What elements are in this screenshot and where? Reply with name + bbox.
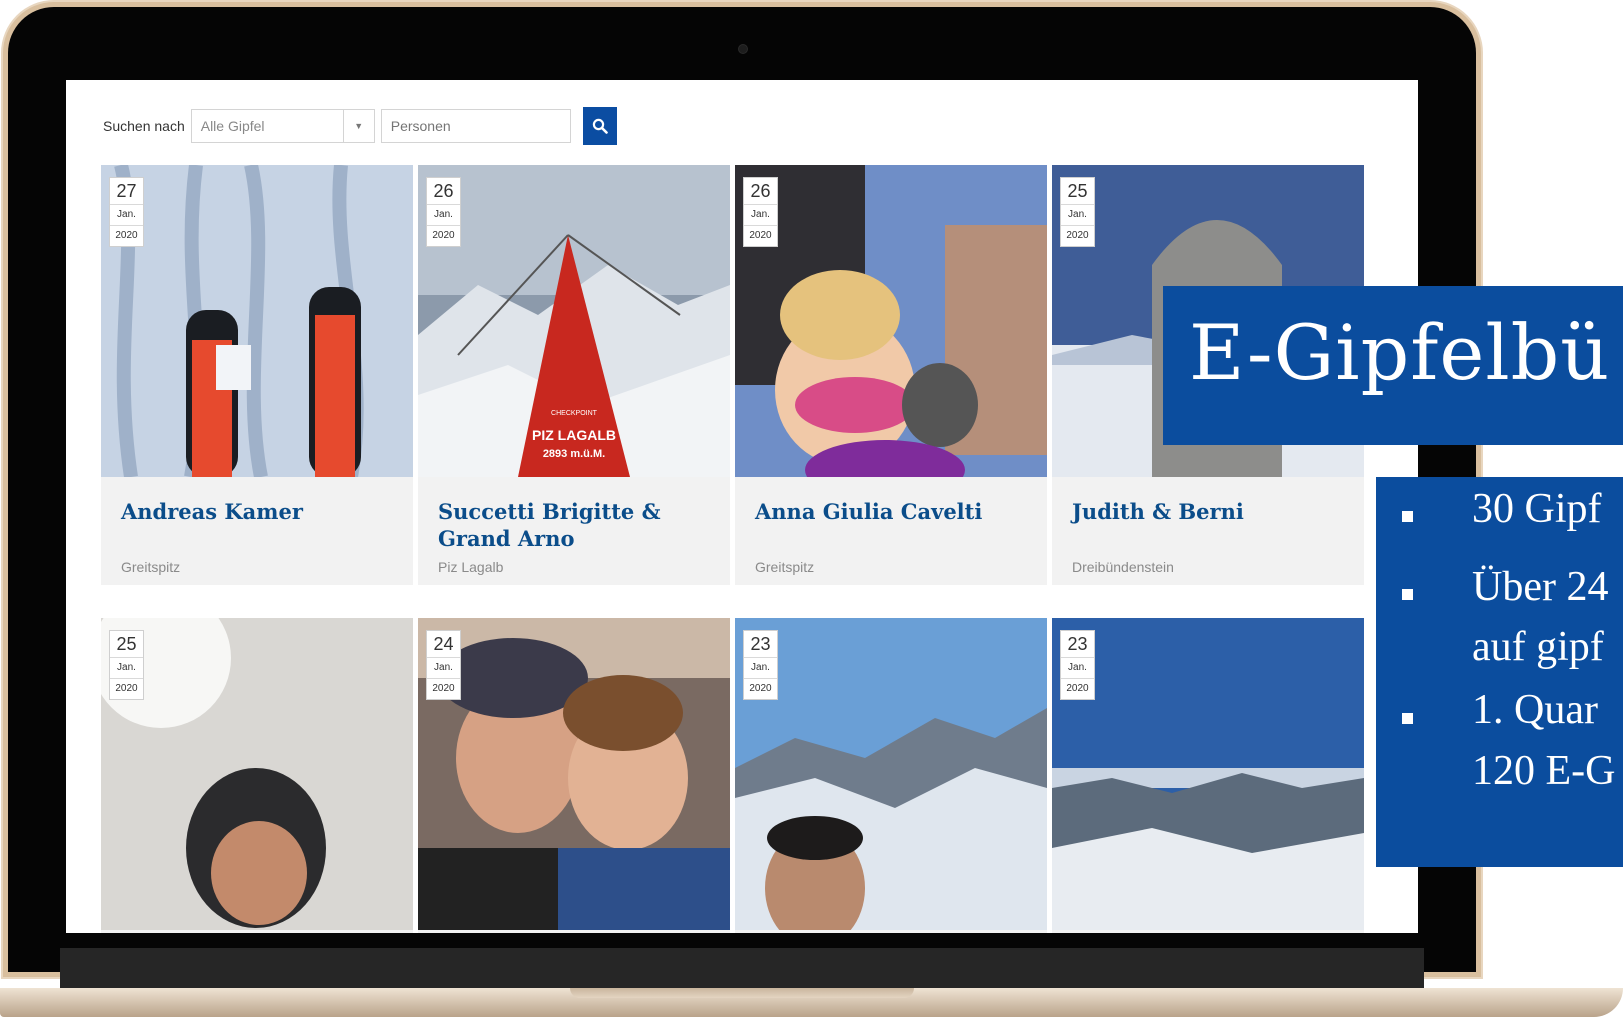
info-line: 1. Quar bbox=[1472, 687, 1598, 733]
entry-photo[interactable]: 23 Jan. 2020 bbox=[735, 618, 1047, 930]
camera-icon bbox=[738, 44, 748, 54]
info-box: 30 Gipf Über 24 auf gipf 1. Quar 120 E-G bbox=[1376, 477, 1623, 867]
info-line: auf gipf bbox=[1472, 624, 1604, 670]
entry-photo[interactable]: 26 Jan. 2020 bbox=[735, 165, 1047, 477]
person-search-input[interactable] bbox=[380, 109, 571, 143]
entry-name[interactable]: Andreas Kamer bbox=[121, 498, 401, 525]
slide-title: E-Gipfelbü bbox=[1189, 308, 1611, 397]
svg-text:PIZ LAGALB: PIZ LAGALB bbox=[532, 427, 616, 443]
entry-photo[interactable]: 27 Jan. 2020 bbox=[101, 165, 413, 477]
svg-text:CHECKPOINT: CHECKPOINT bbox=[551, 410, 598, 417]
entry-card[interactable]: 25 Jan. 2020 bbox=[101, 618, 413, 933]
entry-summit: Greitspitz bbox=[121, 559, 181, 575]
date-badge: 24 Jan. 2020 bbox=[426, 630, 461, 700]
date-badge: 26 Jan. 2020 bbox=[743, 177, 778, 247]
laptop-chin bbox=[60, 948, 1424, 988]
entry-photo[interactable]: PIZ LAGALB 2893 m.ü.M. CHECKPOINT 26 Jan… bbox=[418, 165, 730, 477]
entry-card[interactable]: 23 Jan. 2020 bbox=[1052, 618, 1364, 933]
entry-name[interactable]: Judith & Berni bbox=[1072, 498, 1352, 525]
date-badge: 25 Jan. 2020 bbox=[1060, 177, 1095, 247]
title-box: E-Gipfelbü bbox=[1163, 286, 1623, 445]
date-badge: 25 Jan. 2020 bbox=[109, 630, 144, 700]
bullet-icon bbox=[1402, 511, 1413, 522]
entry-photo[interactable]: 23 Jan. 2020 bbox=[1052, 618, 1364, 930]
entry-card[interactable]: 24 Jan. 2020 bbox=[418, 618, 730, 933]
entry-card[interactable]: 26 Jan. 2020 Anna Giulia Cavelti Greitsp… bbox=[735, 165, 1047, 585]
info-line: Über 24 bbox=[1472, 564, 1609, 610]
summit-select[interactable]: Alle Gipfel ▼ bbox=[190, 109, 375, 143]
entry-summit: Dreibündenstein bbox=[1072, 559, 1174, 575]
search-button[interactable] bbox=[582, 107, 617, 145]
summit-select-value: Alle Gipfel bbox=[200, 118, 265, 134]
bullet-icon bbox=[1402, 589, 1413, 600]
search-icon bbox=[592, 118, 608, 134]
entry-name[interactable]: Anna Giulia Cavelti bbox=[755, 498, 1035, 525]
entry-card[interactable]: PIZ LAGALB 2893 m.ü.M. CHECKPOINT 26 Jan… bbox=[418, 165, 730, 585]
svg-text:2893 m.ü.M.: 2893 m.ü.M. bbox=[543, 448, 605, 460]
entry-photo[interactable]: 25 Jan. 2020 bbox=[101, 618, 413, 930]
info-line: 120 E-G bbox=[1472, 748, 1616, 794]
entry-card[interactable]: 23 Jan. 2020 bbox=[735, 618, 1047, 933]
laptop-hinge bbox=[570, 988, 914, 998]
entry-summit: Greitspitz bbox=[755, 559, 815, 575]
date-badge: 26 Jan. 2020 bbox=[426, 177, 461, 247]
info-line: 30 Gipf bbox=[1472, 486, 1602, 532]
chevron-down-icon[interactable]: ▼ bbox=[342, 110, 374, 142]
search-bar: Suchen nach Alle Gipfel ▼ bbox=[103, 107, 617, 145]
website-screen: Suchen nach Alle Gipfel ▼ Personen 27 Ja… bbox=[66, 80, 1418, 933]
entry-photo[interactable]: 24 Jan. 2020 bbox=[418, 618, 730, 930]
entry-name[interactable]: Succetti Brigitte & Grand Arno bbox=[438, 498, 718, 552]
bullet-icon bbox=[1402, 713, 1413, 724]
search-label: Suchen nach bbox=[103, 118, 185, 134]
date-badge: 27 Jan. 2020 bbox=[109, 177, 144, 247]
entry-card[interactable]: 27 Jan. 2020 Andreas Kamer Greitspitz bbox=[101, 165, 413, 585]
date-badge: 23 Jan. 2020 bbox=[1060, 630, 1095, 700]
entry-summit: Piz Lagalb bbox=[438, 559, 504, 575]
date-badge: 23 Jan. 2020 bbox=[743, 630, 778, 700]
